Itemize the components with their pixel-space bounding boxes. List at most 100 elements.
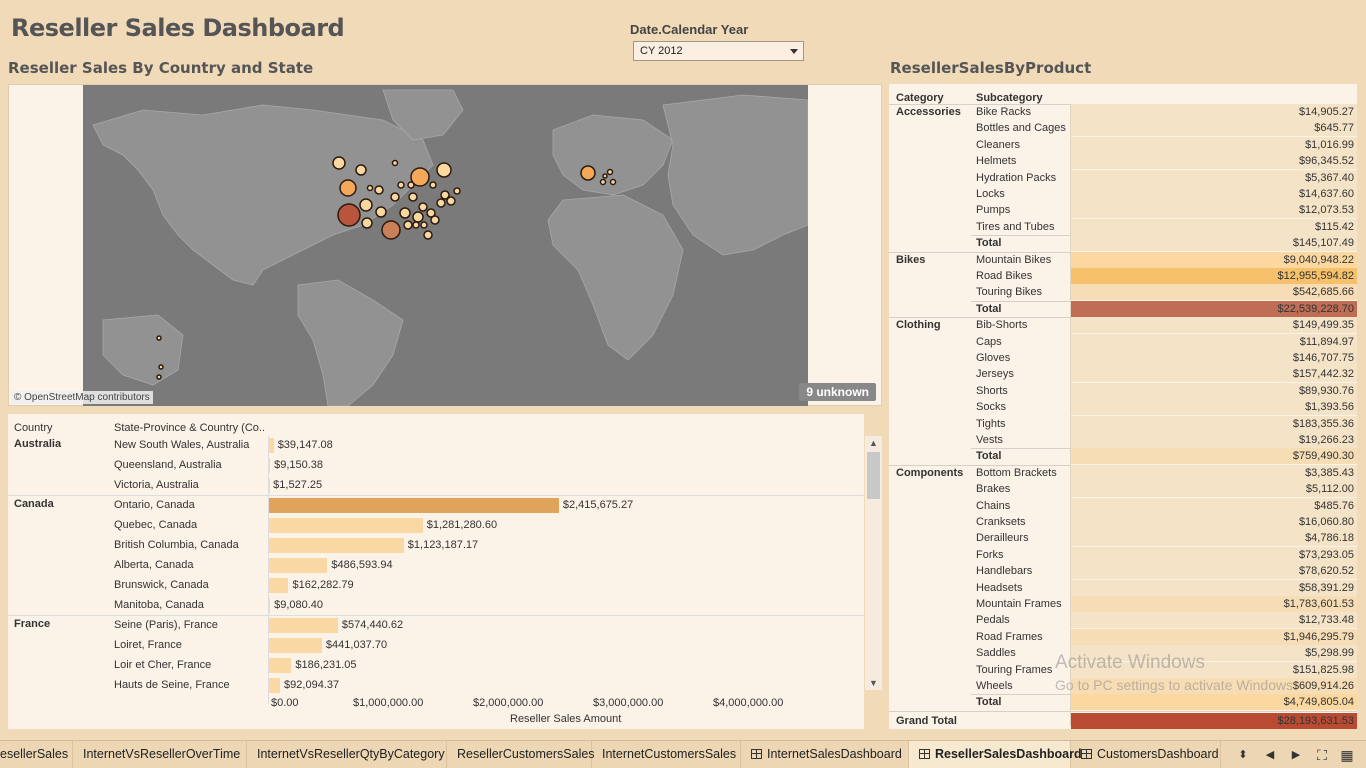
sheet-tab[interactable]: InternetCustomersSales [592, 741, 741, 768]
sales-bar[interactable] [269, 478, 270, 493]
sales-value-cell[interactable]: $485.76 [1071, 497, 1357, 514]
sales-value-cell[interactable]: $1,783,601.53 [1071, 596, 1357, 612]
table-row[interactable]: Pedals $12,733.48 [889, 612, 1357, 629]
sales-value-cell[interactable]: $1,016.99 [1071, 136, 1357, 153]
table-row[interactable]: Alberta, Canada $486,593.94 [8, 556, 864, 576]
sales-value-cell[interactable]: $183,355.36 [1071, 415, 1357, 432]
table-row[interactable]: Vests $19,266.23 [889, 432, 1357, 448]
sales-bar[interactable] [269, 618, 338, 633]
sales-value-cell[interactable]: $11,894.97 [1071, 333, 1357, 350]
table-row[interactable]: Caps $11,894.97 [889, 333, 1357, 350]
unknown-badge[interactable]: 9 unknown [799, 383, 876, 401]
table-row[interactable]: Bikes Mountain Bikes $9,040,948.22 [889, 251, 1357, 268]
table-row[interactable]: Socks $1,393.56 [889, 399, 1357, 416]
sales-value-cell[interactable]: $9,040,948.22 [1071, 251, 1357, 268]
sales-bar[interactable] [269, 558, 328, 573]
sales-value-cell[interactable]: $14,637.60 [1071, 186, 1357, 202]
sales-value-cell[interactable]: $1,946,295.79 [1071, 628, 1357, 645]
sheet-tab[interactable]: CustomersDashboard [1071, 741, 1221, 768]
scroll-down-icon[interactable]: ▼ [865, 676, 882, 690]
table-row[interactable]: Brakes $5,112.00 [889, 481, 1357, 498]
table-row[interactable]: Hydration Packs $5,367.40 [889, 169, 1357, 186]
osm-credit[interactable]: © OpenStreetMap contributors [11, 391, 153, 404]
sales-value-cell[interactable]: $58,391.29 [1071, 579, 1357, 596]
table-row[interactable]: Total $22,539,228.70 [889, 300, 1357, 317]
sales-value-cell[interactable]: $73,293.05 [1071, 546, 1357, 563]
table-row[interactable]: Cranksets $16,060.80 [889, 514, 1357, 530]
sales-value-cell[interactable]: $12,073.53 [1071, 202, 1357, 219]
world-map[interactable] [83, 85, 808, 406]
table-row[interactable]: Quebec, Canada $1,281,280.60 [8, 516, 864, 536]
sales-value-cell[interactable]: $645.77 [1071, 120, 1357, 137]
sales-value-cell[interactable]: $78,620.52 [1071, 563, 1357, 580]
sales-value-cell[interactable]: $4,786.18 [1071, 530, 1357, 547]
next-tab-icon[interactable]: ▶ [1287, 741, 1305, 768]
table-row[interactable]: Total $4,749,805.04 [889, 694, 1357, 711]
col-header-category[interactable]: Category [896, 92, 944, 104]
prev-tab-icon[interactable]: ◀ [1261, 741, 1279, 768]
table-row[interactable]: Handlebars $78,620.52 [889, 563, 1357, 580]
table-row[interactable]: Brunswick, Canada $162,282.79 [8, 576, 864, 596]
chevron-down-icon[interactable] [790, 49, 798, 54]
grid-view-icon[interactable]: ▦ [1338, 741, 1356, 768]
table-row[interactable]: Shorts $89,930.76 [889, 382, 1357, 399]
table-row[interactable]: France Seine (Paris), France $574,440.62 [8, 616, 864, 636]
sales-value-cell[interactable]: $149,499.35 [1071, 317, 1357, 334]
sales-value-cell[interactable]: $145,107.49 [1071, 235, 1357, 252]
sales-bar[interactable] [269, 518, 423, 533]
table-row[interactable]: Headsets $58,391.29 [889, 579, 1357, 596]
grand-total-value[interactable]: $28,193,631.53 [1071, 712, 1357, 729]
tab-menu-icon[interactable]: ⬍ [1234, 741, 1252, 768]
table-row[interactable]: Mountain Frames $1,783,601.53 [889, 596, 1357, 612]
table-row[interactable]: Tires and Tubes $115.42 [889, 218, 1357, 235]
sales-value-cell[interactable]: $12,733.48 [1071, 612, 1357, 629]
sales-value-cell[interactable]: $542,685.66 [1071, 284, 1357, 301]
table-row[interactable]: Derailleurs $4,786.18 [889, 530, 1357, 547]
sales-value-cell[interactable]: $89,930.76 [1071, 382, 1357, 399]
sales-bar[interactable] [269, 658, 292, 673]
table-row[interactable]: Locks $14,637.60 [889, 186, 1357, 202]
table-row[interactable]: Pumps $12,073.53 [889, 202, 1357, 219]
table-row[interactable]: Jerseys $157,442.32 [889, 366, 1357, 383]
year-filter-dropdown[interactable]: CY 2012 [633, 41, 804, 61]
table-row[interactable]: Tights $183,355.36 [889, 415, 1357, 432]
table-row[interactable]: Cleaners $1,016.99 [889, 136, 1357, 153]
table-row[interactable]: Manitoba, Canada $9,080.40 [8, 596, 864, 616]
sales-value-cell[interactable]: $1,393.56 [1071, 399, 1357, 416]
scroll-thumb[interactable] [867, 452, 880, 499]
table-row[interactable]: Clothing Bib-Shorts $149,499.35 [889, 317, 1357, 334]
table-row[interactable]: Loiret, France $441,037.70 [8, 636, 864, 656]
sales-value-cell[interactable]: $759,490.30 [1071, 448, 1357, 465]
sheet-tab[interactable]: InternetVsResellerOverTime [73, 741, 247, 768]
table-row[interactable]: Total $145,107.49 [889, 235, 1357, 252]
sales-value-cell[interactable]: $115.42 [1071, 218, 1357, 235]
grand-total-row[interactable]: Grand Total $28,193,631.53 [889, 712, 1357, 729]
table-row[interactable]: Chains $485.76 [889, 497, 1357, 514]
sales-value-cell[interactable]: $19,266.23 [1071, 432, 1357, 448]
sales-bar[interactable] [269, 598, 271, 613]
sales-bar[interactable] [269, 538, 404, 553]
col-header-state[interactable]: State-Province & Country (Co.. [114, 422, 265, 434]
table-row[interactable]: Victoria, Australia $1,527.25 [8, 476, 864, 496]
state-table-scrollbar[interactable]: ▲ ▼ [865, 436, 882, 690]
col-header-subcategory[interactable]: Subcategory [976, 92, 1043, 104]
table-row[interactable]: Loir et Cher, France $186,231.05 [8, 656, 864, 676]
sales-value-cell[interactable]: $12,955,594.82 [1071, 268, 1357, 284]
sales-bar[interactable] [269, 578, 289, 593]
table-row[interactable]: Australia New South Wales, Australia $39,1… [8, 436, 864, 456]
scroll-up-icon[interactable]: ▲ [865, 436, 882, 450]
table-row[interactable]: Road Bikes $12,955,594.82 [889, 268, 1357, 284]
sheet-tab[interactable]: ResellerCustomersSales [447, 741, 595, 768]
sales-value-cell[interactable]: $14,905.27 [1071, 104, 1357, 120]
table-row[interactable]: Canada Ontario, Canada $2,415,675.27 [8, 496, 864, 516]
table-row[interactable]: Forks $73,293.05 [889, 546, 1357, 563]
sales-value-cell[interactable]: $5,367.40 [1071, 169, 1357, 186]
sales-value-cell[interactable]: $16,060.80 [1071, 514, 1357, 530]
table-row[interactable]: Hauts de Seine, France $92,094.37 [8, 676, 864, 696]
fit-screen-icon[interactable]: ⛶ [1313, 741, 1331, 768]
table-row[interactable]: Accessories Bike Racks $14,905.27 [889, 104, 1357, 120]
col-header-country[interactable]: Country [14, 422, 53, 434]
sales-value-cell[interactable]: $146,707.75 [1071, 350, 1357, 366]
sales-bar[interactable] [269, 678, 281, 693]
sales-value-cell[interactable]: $22,539,228.70 [1071, 300, 1357, 317]
